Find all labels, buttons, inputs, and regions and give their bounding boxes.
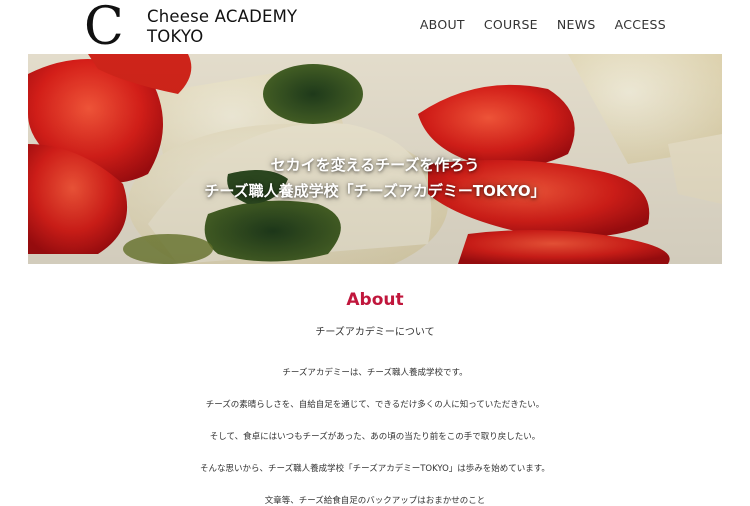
nav-course[interactable]: COURSE (484, 17, 538, 32)
about-paragraph-4: そんな思いから、チーズ職人養成学校「チーズアカデミーTOKYO」は歩みを始めてい… (200, 464, 550, 474)
nav-news[interactable]: NEWS (557, 17, 596, 32)
hero-banner: セカイを変えるチーズを作ろう チーズ職人養成学校「チーズアカデミーTOKYO」 (28, 54, 722, 264)
about-paragraph-5: 文章等、チーズ給食自足のバックアップはおまかせのこと (264, 496, 486, 506)
hero-line-2: チーズ職人養成学校「チーズアカデミーTOKYO」 (204, 182, 546, 200)
nav-about[interactable]: ABOUT (420, 17, 465, 32)
nav-access[interactable]: ACCESS (615, 17, 666, 32)
logo-mark[interactable]: C (84, 0, 124, 56)
about-paragraph-1: チーズアカデミーは、チーズ職人養成学校です。 (282, 368, 468, 378)
site-header: C Cheese ACADEMY TOKYO ABOUT COURSE NEWS… (0, 0, 750, 56)
hero-line-1: セカイを変えるチーズを作ろう (270, 156, 480, 174)
about-paragraph-2: チーズの素晴らしさを、自給自足を通じて、できるだけ多くの人に知っていただきたい。 (205, 400, 545, 410)
hero-copy: セカイを変えるチーズを作ろう チーズ職人養成学校「チーズアカデミーTOKYO」 (28, 152, 722, 204)
logo-text[interactable]: Cheese ACADEMY TOKYO (147, 7, 297, 47)
main-nav: ABOUT COURSE NEWS ACCESS (420, 17, 666, 32)
about-subtitle: チーズアカデミーについて (315, 327, 435, 338)
logo-line-2: TOKYO (147, 27, 204, 46)
about-paragraph-3: そして、食卓にはいつもチーズがあった、あの頃の当たり前をこの手で取り戻したい。 (209, 432, 541, 442)
about-heading: About (346, 290, 404, 310)
logo-line-1: Cheese ACADEMY (147, 7, 298, 26)
